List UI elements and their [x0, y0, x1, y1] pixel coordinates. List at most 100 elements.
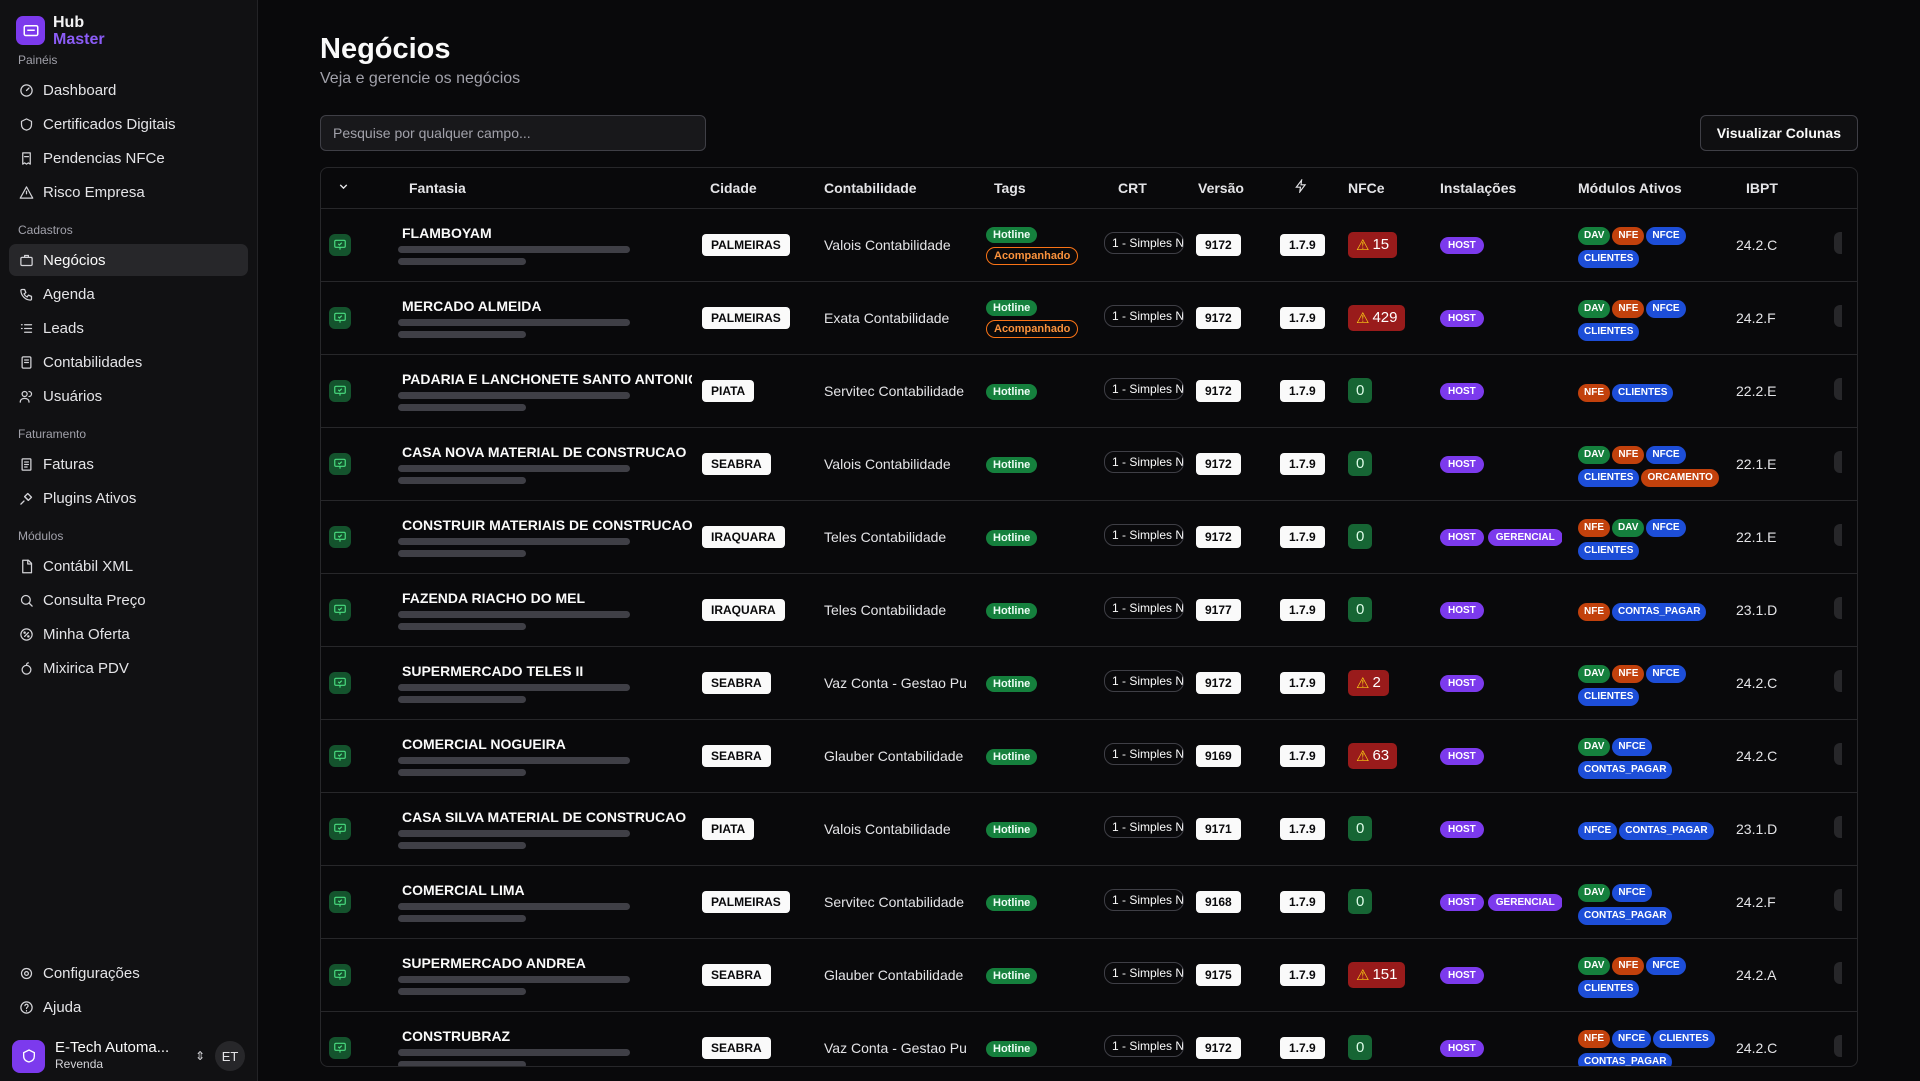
plug-zap-icon[interactable]: [1294, 178, 1308, 196]
business-name[interactable]: FAZENDA RIACHO DO MEL: [402, 590, 692, 606]
nfce-pending-badge[interactable]: ⚠ 2: [1348, 669, 1389, 696]
chevron-down-icon[interactable]: [337, 180, 350, 196]
header-versao[interactable]: Versão: [1190, 168, 1274, 209]
nfce-ok-badge[interactable]: 0: [1348, 816, 1373, 841]
monitor-check-icon[interactable]: [329, 598, 351, 621]
monitor-check-icon[interactable]: [329, 233, 351, 256]
nfce-ok-badge[interactable]: 0: [1348, 889, 1373, 914]
row-action-button[interactable]: [1834, 305, 1842, 327]
monitor-check-icon[interactable]: [329, 890, 351, 913]
business-name[interactable]: MERCADO ALMEIDA: [402, 298, 692, 314]
monitor-check-icon[interactable]: [329, 1036, 351, 1059]
user-switcher[interactable]: E-Tech Automa... Revenda ⇕ ET: [0, 1031, 257, 1081]
table-row[interactable]: CASA SILVA MATERIAL DE CONSTRUCAO PIATA …: [321, 792, 1857, 866]
search-input[interactable]: [320, 115, 706, 151]
table-row[interactable]: MERCADO ALMEIDA PALMEIRAS Exata Contabil…: [321, 281, 1857, 355]
crt-badge: 1 - Simples N: [1104, 524, 1184, 546]
monitor-check-icon[interactable]: [329, 379, 351, 402]
sidebar-item-consulta-preco[interactable]: Consulta Preço: [9, 584, 248, 616]
monitor-check-icon[interactable]: [329, 963, 351, 986]
search-icon: [18, 592, 34, 608]
row-action-button[interactable]: [1834, 962, 1842, 984]
sidebar-item-contabilidades[interactable]: Contabilidades: [9, 346, 248, 378]
monitor-check-icon[interactable]: [329, 671, 351, 694]
business-name[interactable]: FLAMBOYAM: [402, 225, 692, 241]
business-name[interactable]: SUPERMERCADO TELES II: [402, 663, 692, 679]
row-action-button[interactable]: [1834, 670, 1842, 692]
business-name[interactable]: CONSTRUBRAZ: [402, 1028, 692, 1044]
row-action-button[interactable]: [1834, 597, 1842, 619]
avatar[interactable]: ET: [215, 1041, 245, 1071]
monitor-check-icon[interactable]: [329, 306, 351, 329]
row-action-button[interactable]: [1834, 743, 1842, 765]
business-name[interactable]: PADARIA E LANCHONETE SANTO ANTONIO: [402, 371, 692, 387]
table-row[interactable]: COMERCIAL NOGUEIRA SEABRA Glauber Contab…: [321, 719, 1857, 793]
business-name[interactable]: COMERCIAL NOGUEIRA: [402, 736, 692, 752]
nfce-ok-badge[interactable]: 0: [1348, 524, 1373, 549]
sidebar-item-contabil-xml[interactable]: Contábil XML: [9, 550, 248, 582]
brand[interactable]: Hub Master: [0, 0, 257, 52]
main-content: Negócios Veja e gerencie os negócios Vis…: [258, 0, 1920, 1081]
row-action-button[interactable]: [1834, 524, 1842, 546]
business-name[interactable]: SUPERMERCADO ANDREA: [402, 955, 692, 971]
sidebar-item-minha-oferta[interactable]: Minha Oferta: [9, 618, 248, 650]
row-action-button[interactable]: [1834, 889, 1842, 911]
header-instalacoes[interactable]: Instalações: [1424, 168, 1562, 209]
sidebar-item-plugins-ativos[interactable]: Plugins Ativos: [9, 482, 248, 514]
monitor-check-icon[interactable]: [329, 452, 351, 475]
row-action-button[interactable]: [1834, 451, 1842, 473]
table-row[interactable]: PADARIA E LANCHONETE SANTO ANTONIO PIATA…: [321, 354, 1857, 428]
header-modulos[interactable]: Módulos Ativos: [1562, 168, 1720, 209]
nfce-pending-badge[interactable]: ⚠ 429: [1348, 304, 1406, 331]
business-name[interactable]: CASA NOVA MATERIAL DE CONSTRUCAO: [402, 444, 692, 460]
header-fantasia[interactable]: Fantasia: [389, 168, 694, 209]
nfce-pending-badge[interactable]: ⚠ 151: [1348, 961, 1406, 988]
header-tags[interactable]: Tags: [976, 168, 1094, 209]
table-row[interactable]: SUPERMERCADO ANDREA SEABRA Glauber Conta…: [321, 938, 1857, 1012]
monitor-check-icon[interactable]: [329, 817, 351, 840]
monitor-check-icon[interactable]: [329, 525, 351, 548]
business-name[interactable]: CONSTRUIR MATERIAIS DE CONSTRUCAO: [402, 517, 692, 533]
monitor-check-icon[interactable]: [329, 744, 351, 767]
table-row[interactable]: CONSTRUBRAZ SEABRA Vaz Conta - Gestao Pu…: [321, 1011, 1857, 1066]
header-nfce[interactable]: NFCe: [1332, 168, 1424, 209]
sidebar-item-agenda[interactable]: Agenda: [9, 278, 248, 310]
header-contabilidade[interactable]: Contabilidade: [816, 168, 976, 209]
table-row[interactable]: FLAMBOYAM PALMEIRAS Valois Contabilidade…: [321, 208, 1857, 282]
sidebar-item-usuarios[interactable]: Usuários: [9, 380, 248, 412]
module-badge: NFCE: [1646, 226, 1686, 245]
table-row[interactable]: FAZENDA RIACHO DO MEL IRAQUARA Teles Con…: [321, 573, 1857, 647]
nfce-ok-badge[interactable]: 0: [1348, 451, 1373, 476]
header-cidade[interactable]: Cidade: [694, 168, 816, 209]
tag-badge: Hotline: [986, 967, 1038, 984]
sidebar-item-negocios[interactable]: Negócios: [9, 244, 248, 276]
business-name[interactable]: COMERCIAL LIMA: [402, 882, 692, 898]
sidebar-item-faturas[interactable]: Faturas: [9, 448, 248, 480]
nfce-pending-badge[interactable]: ⚠ 63: [1348, 742, 1398, 769]
sidebar-item-ajuda[interactable]: Ajuda: [9, 991, 248, 1023]
sidebar-item-mixirica-pdv[interactable]: Mixirica PDV: [9, 652, 248, 684]
nfce-pending-badge[interactable]: ⚠ 15: [1348, 231, 1398, 258]
table-row[interactable]: CONSTRUIR MATERIAIS DE CONSTRUCAO IRAQUA…: [321, 500, 1857, 574]
table-row[interactable]: CASA NOVA MATERIAL DE CONSTRUCAO SEABRA …: [321, 427, 1857, 501]
row-action-button[interactable]: [1834, 816, 1842, 838]
sidebar-item-configuracoes[interactable]: Configurações: [9, 957, 248, 989]
view-columns-button[interactable]: Visualizar Colunas: [1699, 115, 1858, 151]
sidebar-item-risco-empresa[interactable]: Risco Empresa: [9, 176, 248, 208]
business-name[interactable]: CASA SILVA MATERIAL DE CONSTRUCAO: [402, 809, 692, 825]
row-action-button[interactable]: [1834, 232, 1842, 254]
version-badge: 9171: [1196, 817, 1241, 840]
nfce-ok-badge[interactable]: 0: [1348, 1035, 1373, 1060]
sidebar-item-dashboard[interactable]: Dashboard: [9, 74, 248, 106]
sidebar-item-leads[interactable]: Leads: [9, 312, 248, 344]
nfce-ok-badge[interactable]: 0: [1348, 597, 1373, 622]
table-row[interactable]: COMERCIAL LIMA PALMEIRAS Servitec Contab…: [321, 865, 1857, 939]
table-row[interactable]: SUPERMERCADO TELES II SEABRA Vaz Conta -…: [321, 646, 1857, 720]
header-ibpt[interactable]: IBPT: [1720, 168, 1812, 209]
sidebar-item-pendencias-nfce[interactable]: Pendencias NFCe: [9, 142, 248, 174]
header-crt[interactable]: CRT: [1094, 168, 1190, 209]
nfce-ok-badge[interactable]: 0: [1348, 378, 1373, 403]
row-action-button[interactable]: [1834, 378, 1842, 400]
row-action-button[interactable]: [1834, 1035, 1842, 1057]
sidebar-item-certificados-digitais[interactable]: Certificados Digitais: [9, 108, 248, 140]
